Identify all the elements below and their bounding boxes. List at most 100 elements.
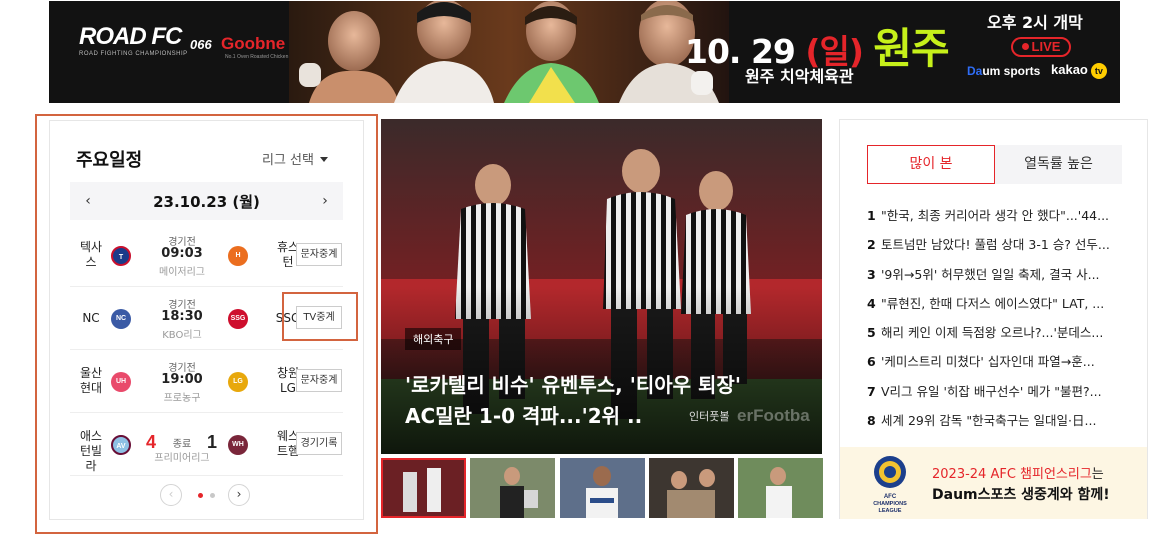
home-team-name: 울산현대	[79, 366, 103, 395]
rank-title[interactable]: "한국, 최종 커리어라 생각 안 했다"...'44...	[881, 208, 1109, 223]
headline-news-card[interactable]: 해외축구 '로카텔리 비수' 유벤투스, '티아우 퇴장' AC밀란 1-0 격…	[381, 119, 822, 454]
promo-line-1: 2023-24 AFC 챔피언스리그는	[932, 463, 1104, 482]
photo-watermark: erFootba	[737, 406, 810, 425]
league-select-label: 리그 선택	[262, 153, 314, 168]
thumbnail-3-image	[560, 458, 645, 518]
daum-sports-logo-b: um sports	[982, 64, 1041, 78]
ulsan-logo-icon: UH	[111, 372, 131, 392]
list-item[interactable]: 2 토트넘만 남았다! 풀럼 상대 3-1 승? 선두...	[867, 235, 1129, 264]
game-row[interactable]: 애스턴빌라 AV 4 종료 프리미어리그 1 WH 웨스트햄 경기기록	[70, 413, 343, 476]
rank-title[interactable]: '케미스트리 미쳤다' 십자인대 파열→훈...	[881, 354, 1095, 369]
thumbnail-2[interactable]	[470, 458, 555, 518]
news-category-badge: 해외축구	[405, 328, 462, 350]
live-badge: LIVE	[1011, 37, 1071, 57]
rank-number: 4	[867, 295, 876, 311]
rank-title[interactable]: "류현진, 한때 다저스 에이스였다" LAT, ...	[881, 296, 1104, 311]
svg-text:LEAGUE: LEAGUE	[879, 508, 902, 514]
nc-logo-icon: NC	[111, 309, 131, 329]
next-date-button[interactable]: ›	[315, 191, 335, 211]
thumbnail-1[interactable]	[381, 458, 466, 518]
changwon-logo-icon: LG	[228, 372, 248, 392]
rank-number: 1	[867, 208, 876, 223]
thumbnail-5-image	[738, 458, 823, 518]
rank-number: 2	[867, 237, 876, 253]
home-team-name: 텍사스	[79, 240, 103, 269]
rank-number: 8	[867, 413, 876, 429]
game-time: 19:00	[161, 372, 203, 387]
rank-title[interactable]: '9위→5위' 허무했던 일일 축제, 결국 사...	[881, 267, 1100, 282]
game-league: 메이저리그	[159, 267, 205, 278]
list-item[interactable]: 4 "류현진, 한때 다저스 에이스였다" LAT, ...	[867, 294, 1129, 323]
pager-dot[interactable]	[210, 493, 215, 498]
game-time: 18:30	[161, 309, 203, 324]
game-row[interactable]: 텍사스 T 경기전 09:03 메이저리그 H 휴스턴 문자중계	[70, 224, 343, 287]
list-item[interactable]: 3 '9위→5위' 허무했던 일일 축제, 결국 사...	[867, 265, 1129, 294]
thumbnail-3[interactable]	[560, 458, 645, 518]
tab-most-viewed[interactable]: 많이 본	[867, 145, 995, 184]
kakao-tv-logo: kakao tv	[1051, 62, 1107, 79]
caret-down-icon	[319, 157, 328, 162]
away-score: 1	[207, 432, 218, 452]
game-row[interactable]: 울산현대 UH 경기전 19:00 프로농구 LG 창원LG 문자중계	[70, 350, 343, 413]
schedule-title: 주요일정	[76, 150, 143, 171]
thumbnail-2-image	[470, 458, 555, 518]
game-league: KBO리그	[162, 330, 202, 341]
rank-title[interactable]: 해리 케인 이제 득점왕 오르나?...'분데스...	[881, 325, 1103, 340]
match-record-button[interactable]: 경기기록	[296, 432, 342, 455]
rank-number: 7	[867, 383, 876, 399]
text-relay-button[interactable]: 문자중계	[296, 369, 342, 392]
svg-text:AFC: AFC	[884, 494, 897, 500]
ranking-list: 1 "한국, 최종 커리어라 생각 안 했다"...'44... 2 토트넘만 남았…	[867, 206, 1129, 440]
live-dot-icon	[1021, 43, 1029, 50]
kakao-logo-text: kakao	[1051, 62, 1088, 77]
ad-banner[interactable]: ROAD FC ROAD FIGHTING CHAMPIONSHIP 066 G…	[49, 1, 1120, 103]
fighters-image	[289, 1, 729, 103]
game-league: 프로농구	[163, 393, 201, 404]
rank-number: 6	[867, 354, 876, 370]
tab-most-read[interactable]: 열독률 높은	[995, 145, 1122, 184]
ranking-widget: 많이 본 열독률 높은 1 "한국, 최종 커리어라 생각 안 했다"...'44…	[839, 119, 1148, 519]
event-start-time: 오후 2시 개막	[987, 13, 1083, 32]
live-label: LIVE	[1031, 39, 1061, 54]
list-item[interactable]: 5 해리 케인 이제 득점왕 오르나?...'분데스...	[867, 323, 1129, 352]
pager-next-button[interactable]: ›	[228, 484, 250, 506]
promo-line-2: Daum스포츠 생중계와 함께!	[932, 487, 1110, 503]
headline-thumbnails	[381, 458, 823, 519]
rank-title[interactable]: V리그 유일 '히잡 배구선수' 메가 "불편?...	[881, 384, 1102, 399]
sponsor-logo: Goobne	[221, 34, 286, 53]
list-item[interactable]: 8 세계 29위 감독 "한국축구는 일대일·日...	[867, 411, 1129, 440]
ssg-logo-icon: SSG	[228, 309, 248, 329]
aston-villa-logo-icon: AV	[111, 435, 131, 455]
schedule-date: 23.10.23 (월)	[153, 193, 260, 211]
rank-number: 3	[867, 266, 876, 282]
list-item[interactable]: 1 "한국, 최종 커리어라 생각 안 했다"...'44...	[867, 206, 1129, 235]
pager-dot-active[interactable]	[198, 493, 203, 498]
list-item[interactable]: 6 '케미스트리 미쳤다' 십자인대 파열→훈...	[867, 352, 1129, 381]
roadfc-logo-sub: ROAD FIGHTING CHAMPIONSHIP	[79, 51, 188, 57]
headline-source: 인터풋볼	[689, 410, 730, 423]
home-team-name: 애스턴빌라	[79, 429, 103, 473]
kakao-tv-icon: tv	[1090, 62, 1107, 79]
schedule-pager: ‹ ›	[50, 484, 363, 506]
rank-title[interactable]: 세계 29위 감독 "한국축구는 일대일·日...	[881, 413, 1096, 428]
promo-line-1-suffix: 는	[1091, 467, 1104, 482]
event-venue: 원주 치악체육관	[745, 67, 854, 86]
pager-prev-button[interactable]: ‹	[160, 484, 182, 506]
sponsor-tagline: No.1 Oven Roasted Chicken	[225, 54, 289, 60]
daum-sports-logo-a: Da	[967, 64, 983, 78]
home-team-name: NC	[82, 311, 100, 325]
afc-champions-league-promo[interactable]: AFC CHAMPIONS LEAGUE 2023-24 AFC 챔피언스리그는…	[840, 447, 1147, 519]
thumbnail-4[interactable]	[649, 458, 734, 518]
event-number: 066	[190, 37, 212, 52]
thumbnail-1-image	[383, 460, 464, 516]
svg-text:CHAMPIONS: CHAMPIONS	[873, 501, 907, 507]
text-relay-button[interactable]: 문자중계	[296, 243, 342, 266]
event-city: 원주	[873, 24, 949, 73]
league-select-dropdown[interactable]: 리그 선택	[262, 149, 328, 168]
game-time: 09:03	[161, 246, 203, 261]
thumbnail-5[interactable]	[738, 458, 823, 518]
rank-title[interactable]: 토트넘만 남았다! 풀럼 상대 3-1 승? 선두...	[881, 237, 1110, 252]
promo-line-1-highlight: 2023-24 AFC 챔피언스리그	[932, 467, 1092, 482]
list-item[interactable]: 7 V리그 유일 '히잡 배구선수' 메가 "불편?...	[867, 382, 1129, 411]
rank-number: 5	[867, 325, 876, 341]
